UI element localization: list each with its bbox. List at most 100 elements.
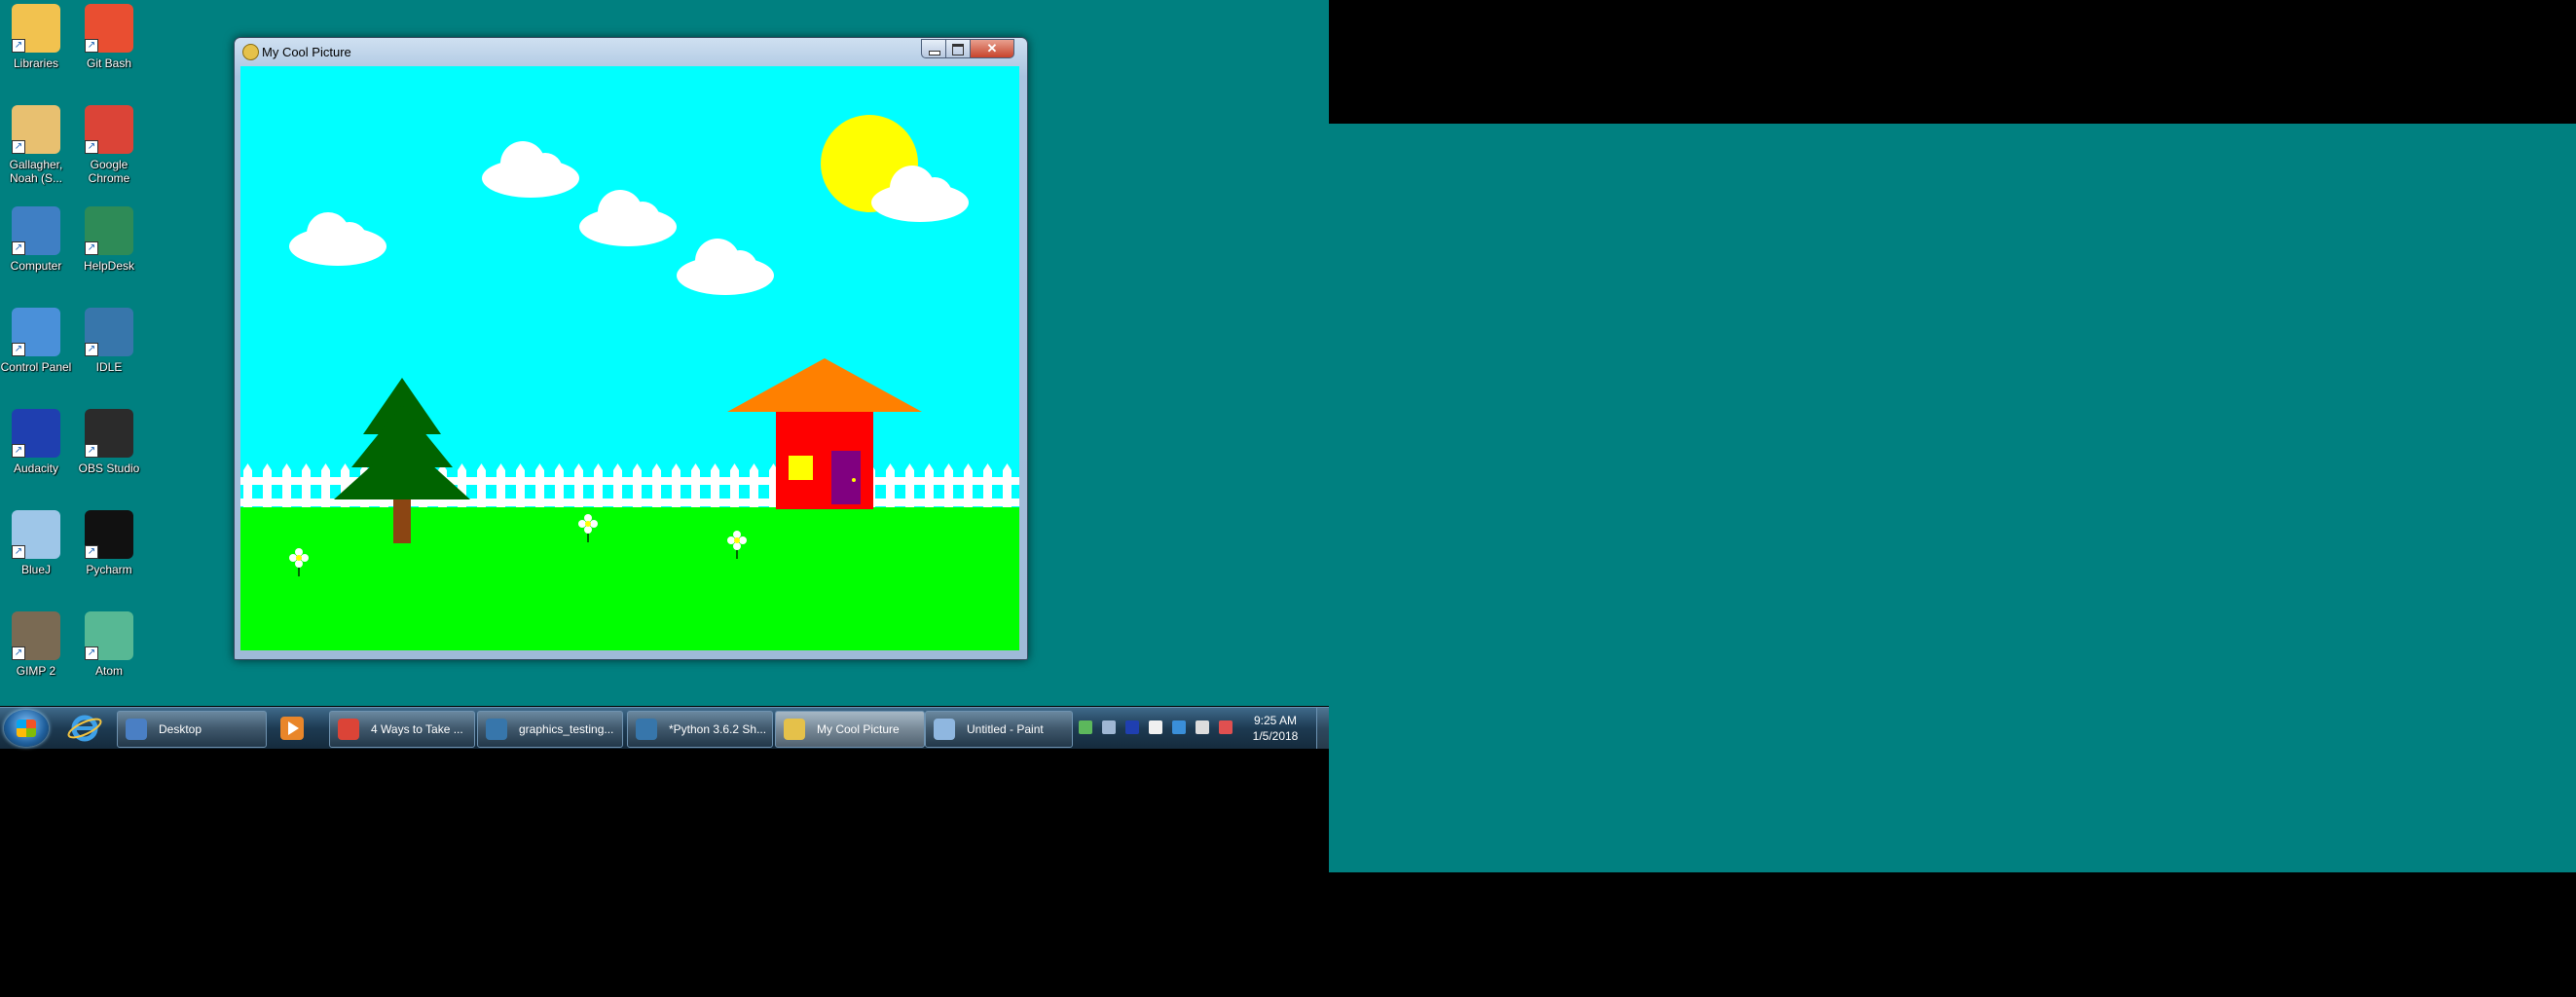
desktop-shortcut-label: HelpDesk: [83, 259, 135, 273]
fence-picket: [263, 470, 272, 511]
desktop-shortcut[interactable]: ↗ Atom: [73, 611, 145, 678]
shortcut-arrow-icon: ↗: [85, 241, 98, 255]
taskbar-button[interactable]: Untitled - Paint: [925, 711, 1073, 748]
house-window: [789, 456, 813, 480]
start-button[interactable]: [4, 710, 49, 747]
python-shell-icon: [636, 719, 657, 740]
taskbar-button-label: Untitled - Paint: [967, 722, 1044, 736]
chrome-icon: [338, 719, 359, 740]
desktop-shortcut[interactable]: ↗ Pycharm: [73, 510, 145, 576]
app-window[interactable]: My Cool Picture ✕: [234, 37, 1028, 660]
pygame-icon: [242, 44, 259, 60]
atom-icon: ↗: [85, 611, 133, 660]
vpn-icon[interactable]: [1149, 720, 1162, 734]
fence-picket: [730, 470, 739, 511]
desktop-shortcut[interactable]: ↗ Google Chrome: [73, 105, 145, 185]
desktop-shortcut[interactable]: ↗ Audacity: [0, 409, 72, 475]
maximize-button[interactable]: [945, 39, 971, 58]
volume-icon[interactable]: [1219, 720, 1233, 734]
desktop-shortcut-label: Atom: [94, 664, 123, 678]
audacity-icon: ↗: [12, 409, 60, 458]
tree-trunk: [393, 495, 411, 543]
desktop-shortcut[interactable]: ↗ IDLE: [73, 308, 145, 374]
secondary-desktop-background[interactable]: [1329, 124, 2576, 872]
house-door: [831, 451, 861, 504]
fence-picket: [711, 470, 719, 511]
update-icon[interactable]: [1172, 720, 1186, 734]
desktop-shortcut[interactable]: ↗ Git Bash: [73, 4, 145, 70]
shortcut-arrow-icon: ↗: [12, 444, 25, 458]
fence-picket: [574, 470, 583, 511]
paint-icon: [934, 719, 955, 740]
taskbar-button-label: My Cool Picture: [817, 722, 900, 736]
fence-picket: [925, 470, 934, 511]
taskbar-button-label: *Python 3.6.2 Sh...: [669, 722, 767, 736]
show-desktop-button[interactable]: [1316, 708, 1329, 749]
gimp-icon: ↗: [12, 611, 60, 660]
desktop-shortcut[interactable]: ↗ BlueJ: [0, 510, 72, 576]
fence-picket: [535, 470, 544, 511]
network-icon[interactable]: [1079, 720, 1092, 734]
taskbar-button[interactable]: *Python 3.6.2 Sh...: [627, 711, 773, 748]
obs-icon: ↗: [85, 409, 133, 458]
shortcut-arrow-icon: ↗: [12, 241, 25, 255]
python-file-icon: [486, 719, 507, 740]
fence-picket: [613, 470, 622, 511]
internet-explorer-icon: [67, 715, 102, 742]
python-idle-icon: ↗: [85, 308, 133, 356]
clock[interactable]: 9:25 AM 1/5/2018: [1246, 713, 1305, 744]
fence-picket: [497, 470, 505, 511]
close-button[interactable]: ✕: [970, 39, 1014, 58]
desktop-shortcut[interactable]: ↗ Computer: [0, 206, 72, 273]
desktop-shortcut[interactable]: ↗ Control Panel: [0, 308, 72, 374]
taskbar-button-label: graphics_testing...: [519, 722, 614, 736]
minimize-button[interactable]: [921, 39, 946, 58]
fence-picket: [243, 470, 252, 511]
taskbar-button[interactable]: graphics_testing...: [477, 711, 623, 748]
shortcut-arrow-icon: ↗: [85, 646, 98, 660]
internet-explorer-pin[interactable]: [62, 711, 107, 746]
desktop-shortcut[interactable]: ↗ Gallagher, Noah (S...: [0, 105, 72, 185]
taskbar-button[interactable]: Desktop: [117, 711, 267, 748]
taskbar: Desktop 4 Ways to Take ... graphics_testin…: [0, 707, 1329, 749]
shortcut-arrow-icon: ↗: [85, 545, 98, 559]
drawing-canvas[interactable]: [240, 66, 1019, 650]
desktop-shortcut[interactable]: ↗ Libraries: [0, 4, 72, 70]
desktop-shortcut-label: Pycharm: [86, 563, 132, 576]
door-knob: [852, 478, 856, 482]
fence-picket: [302, 470, 311, 511]
desktop-shortcut[interactable]: ↗ GIMP 2: [0, 611, 72, 678]
desktop-shortcut-label: Git Bash: [86, 56, 132, 70]
user-folder-icon: ↗: [12, 105, 60, 154]
action-center-icon[interactable]: [1102, 720, 1116, 734]
fence-picket: [672, 470, 681, 511]
desktop-shortcut-label: OBS Studio: [78, 462, 140, 475]
pygame-icon: [784, 719, 805, 740]
fence-picket: [750, 470, 758, 511]
bluej-icon: ↗: [12, 510, 60, 559]
taskbar-button[interactable]: My Cool Picture: [775, 711, 925, 748]
taskbar-button[interactable]: 4 Ways to Take ...: [329, 711, 475, 748]
helpdesk-icon: ↗: [85, 206, 133, 255]
media-player-pin[interactable]: [273, 711, 312, 746]
scene-drawing: [240, 66, 1019, 650]
audacity-tray-icon[interactable]: [1125, 720, 1139, 734]
taskbar-button-label: Desktop: [159, 722, 202, 736]
desktop-shortcut[interactable]: ↗ OBS Studio: [73, 409, 145, 475]
power-icon[interactable]: [1196, 720, 1209, 734]
desktop-shortcut-label: Computer: [10, 259, 62, 273]
taskbar-button-label: 4 Ways to Take ...: [371, 722, 463, 736]
fence-picket: [555, 470, 564, 511]
clock-time: 9:25 AM: [1253, 714, 1298, 727]
fence-picket: [633, 470, 642, 511]
desktop-icon: [126, 719, 147, 740]
fence-picket: [321, 470, 330, 511]
window-title: My Cool Picture: [262, 45, 351, 59]
fence-picket: [1003, 470, 1012, 511]
shortcut-arrow-icon: ↗: [85, 444, 98, 458]
computer-icon: ↗: [12, 206, 60, 255]
git-bash-icon: ↗: [85, 4, 133, 53]
pycharm-icon: ↗: [85, 510, 133, 559]
desktop-shortcut-label: Audacity: [13, 462, 59, 475]
desktop-shortcut[interactable]: ↗ HelpDesk: [73, 206, 145, 273]
